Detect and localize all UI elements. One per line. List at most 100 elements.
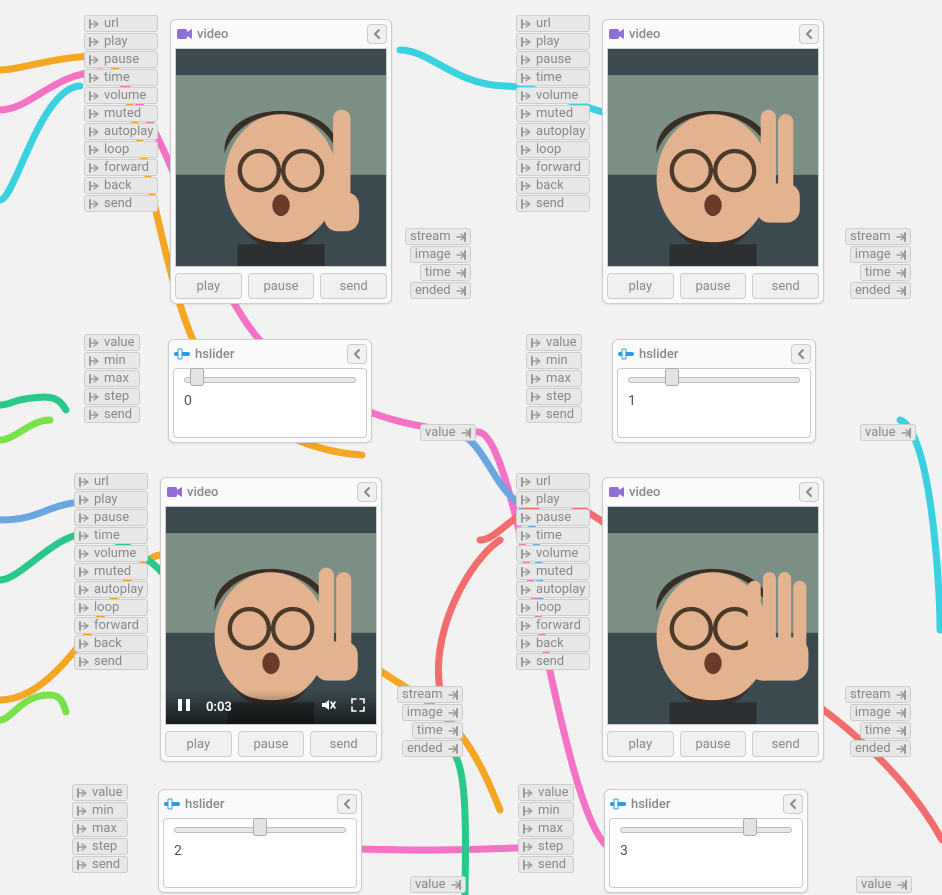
video4-in-send[interactable]: send xyxy=(516,653,590,670)
collapse-button[interactable] xyxy=(337,794,357,814)
slider1-node[interactable]: hslider 0 xyxy=(168,339,372,443)
video3-in-pause[interactable]: pause xyxy=(74,509,148,526)
send-button[interactable]: send xyxy=(752,731,819,757)
video4-out-ended[interactable]: ended xyxy=(850,740,911,757)
node-header[interactable]: video xyxy=(175,24,387,44)
slider3-in-value[interactable]: value xyxy=(72,784,128,801)
send-button[interactable]: send xyxy=(752,273,819,299)
overlay-pause-button[interactable] xyxy=(176,697,192,717)
slider3-range[interactable] xyxy=(174,827,346,833)
video1-in-loop[interactable]: loop xyxy=(84,141,158,158)
collapse-button[interactable] xyxy=(799,24,819,44)
collapse-button[interactable] xyxy=(791,344,811,364)
video3-in-volume[interactable]: volume xyxy=(74,545,148,562)
collapse-button[interactable] xyxy=(367,24,387,44)
video4-in-time[interactable]: time xyxy=(516,527,590,544)
video4-in-loop[interactable]: loop xyxy=(516,599,590,616)
video1-out-ended[interactable]: ended xyxy=(410,282,471,299)
overlay-mute-button[interactable] xyxy=(320,697,336,717)
video2-out-ended[interactable]: ended xyxy=(850,282,911,299)
slider4-in-max[interactable]: max xyxy=(518,820,574,837)
video3-node[interactable]: video 0:03 play pause send xyxy=(160,477,382,762)
video2-in-back[interactable]: back xyxy=(516,177,590,194)
video1-out-time[interactable]: time xyxy=(420,264,471,281)
send-button[interactable]: send xyxy=(320,273,387,299)
slider3-out-value[interactable]: value xyxy=(410,876,466,893)
video3-in-back[interactable]: back xyxy=(74,635,148,652)
video4-in-autoplay[interactable]: autoplay xyxy=(516,581,590,598)
slider3-node[interactable]: hslider 2 xyxy=(158,789,362,893)
node-header[interactable]: video xyxy=(165,482,377,502)
video3-out-stream[interactable]: stream xyxy=(397,686,463,703)
collapse-button[interactable] xyxy=(799,482,819,502)
video4-out-image[interactable]: image xyxy=(850,704,911,721)
slider2-out-value[interactable]: value xyxy=(860,424,916,441)
video2-in-play[interactable]: play xyxy=(516,33,590,50)
video2-canvas[interactable] xyxy=(607,48,819,267)
slider2-in-step[interactable]: step xyxy=(526,388,582,405)
pause-button[interactable]: pause xyxy=(680,273,747,299)
node-header[interactable]: hslider xyxy=(609,794,803,814)
video3-canvas[interactable]: 0:03 xyxy=(165,506,377,725)
video3-out-image[interactable]: image xyxy=(402,704,463,721)
slider4-in-send[interactable]: send xyxy=(518,856,574,873)
video1-in-forward[interactable]: forward xyxy=(84,159,158,176)
play-button[interactable]: play xyxy=(607,731,674,757)
node-header[interactable]: video xyxy=(607,482,819,502)
video2-in-send[interactable]: send xyxy=(516,195,590,212)
slider4-range[interactable] xyxy=(620,827,792,833)
slider2-in-max[interactable]: max xyxy=(526,370,582,387)
collapse-button[interactable] xyxy=(357,482,377,502)
video4-in-volume[interactable]: volume xyxy=(516,545,590,562)
video4-out-stream[interactable]: stream xyxy=(845,686,911,703)
video3-in-time[interactable]: time xyxy=(74,527,148,544)
send-button[interactable]: send xyxy=(310,731,377,757)
slider2-in-send[interactable]: send xyxy=(526,406,582,423)
video2-in-volume[interactable]: volume xyxy=(516,87,590,104)
video4-in-back[interactable]: back xyxy=(516,635,590,652)
video3-in-url[interactable]: url xyxy=(74,473,148,490)
slider3-in-min[interactable]: min xyxy=(72,802,128,819)
slider1-range[interactable] xyxy=(184,377,356,383)
slider1-out-value[interactable]: value xyxy=(420,424,476,441)
pause-button[interactable]: pause xyxy=(680,731,747,757)
node-header[interactable]: hslider xyxy=(163,794,357,814)
overlay-fullscreen-button[interactable] xyxy=(350,697,366,717)
video4-node[interactable]: video play pause send xyxy=(602,477,824,762)
video4-in-forward[interactable]: forward xyxy=(516,617,590,634)
video2-out-time[interactable]: time xyxy=(860,264,911,281)
video4-canvas[interactable] xyxy=(607,506,819,725)
video2-out-stream[interactable]: stream xyxy=(845,228,911,245)
slider4-in-min[interactable]: min xyxy=(518,802,574,819)
slider2-in-min[interactable]: min xyxy=(526,352,582,369)
slider4-in-value[interactable]: value xyxy=(518,784,574,801)
video2-in-autoplay[interactable]: autoplay xyxy=(516,123,590,140)
video1-out-stream[interactable]: stream xyxy=(405,228,471,245)
node-header[interactable]: hslider xyxy=(173,344,367,364)
slider1-in-min[interactable]: min xyxy=(84,352,140,369)
video4-out-time[interactable]: time xyxy=(860,722,911,739)
video1-in-back[interactable]: back xyxy=(84,177,158,194)
slider2-node[interactable]: hslider 1 xyxy=(612,339,816,443)
video1-in-time[interactable]: time xyxy=(84,69,158,86)
pause-button[interactable]: pause xyxy=(238,731,305,757)
video1-node[interactable]: video play pause send xyxy=(170,19,392,304)
video1-in-send[interactable]: send xyxy=(84,195,158,212)
node-header[interactable]: hslider xyxy=(617,344,811,364)
video2-in-pause[interactable]: pause xyxy=(516,51,590,68)
video1-in-muted[interactable]: muted xyxy=(84,105,158,122)
video1-in-url[interactable]: url xyxy=(84,15,158,32)
video3-out-time[interactable]: time xyxy=(412,722,463,739)
video2-node[interactable]: video play pause send xyxy=(602,19,824,304)
slider4-node[interactable]: hslider 3 xyxy=(604,789,808,893)
video4-in-url[interactable]: url xyxy=(516,473,590,490)
video4-in-pause[interactable]: pause xyxy=(516,509,590,526)
pause-button[interactable]: pause xyxy=(248,273,315,299)
slider1-in-max[interactable]: max xyxy=(84,370,140,387)
video4-in-play[interactable]: play xyxy=(516,491,590,508)
video3-out-ended[interactable]: ended xyxy=(402,740,463,757)
slider1-in-send[interactable]: send xyxy=(84,406,140,423)
slider1-in-step[interactable]: step xyxy=(84,388,140,405)
slider3-in-step[interactable]: step xyxy=(72,838,128,855)
collapse-button[interactable] xyxy=(347,344,367,364)
